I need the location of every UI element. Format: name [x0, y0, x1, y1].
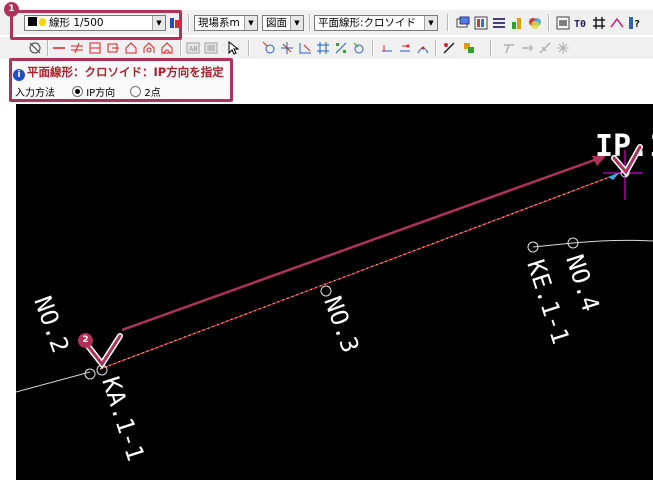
text-box-icon[interactable]: AB [186, 41, 200, 55]
label-ka: KA.1-1 [96, 373, 149, 464]
explode-icon[interactable] [556, 41, 570, 55]
highlight-command-panel [9, 58, 233, 102]
distance-point-icon[interactable] [398, 41, 412, 55]
chevron-down-icon[interactable]: ▼ [290, 16, 303, 30]
command-combo-value: 平面線形:クロソイド [318, 17, 417, 29]
circle-point-icon[interactable] [352, 41, 366, 55]
svg-text:AB: AB [189, 45, 197, 53]
area-icon[interactable] [462, 41, 476, 55]
property-icon[interactable] [556, 16, 570, 30]
grid-icon[interactable] [592, 16, 606, 30]
parallel-line-icon[interactable] [70, 41, 84, 55]
coordinate-combo[interactable]: 現場系m ▼ [194, 15, 258, 31]
window-icon[interactable] [456, 16, 470, 30]
drawing-canvas[interactable]: IP.1 NO.2 NO.3 NO.4 KE.1-1 KA.1-1 [16, 104, 653, 480]
svg-text:?: ? [634, 19, 640, 30]
grid-color-icon[interactable] [474, 16, 488, 30]
label-ip1: IP.1 [595, 129, 653, 164]
callout-arrow-line [121, 156, 601, 332]
house-arc-icon[interactable] [142, 41, 156, 55]
toolbar-row-2: AB [0, 37, 653, 59]
offset-icon[interactable] [106, 41, 120, 55]
trim-icon[interactable] [502, 41, 516, 55]
alignment-east [532, 239, 653, 248]
drawing-svg[interactable]: IP.1 NO.2 NO.3 NO.4 KE.1-1 KA.1-1 [16, 104, 653, 480]
station-no2 [84, 368, 96, 380]
svg-text:T0: T0 [574, 19, 586, 30]
command-combo[interactable]: 平面線形:クロソイド ▼ [314, 15, 438, 31]
text-zero-icon[interactable]: T0 [574, 16, 588, 30]
measure-icon[interactable] [442, 41, 456, 55]
grid-point-icon[interactable] [316, 41, 330, 55]
help-icon[interactable]: ? [628, 16, 642, 30]
layer-manager-icon[interactable] [510, 16, 524, 30]
house-curve-icon[interactable] [160, 41, 174, 55]
highlight-layer-combo [10, 10, 182, 40]
alignment-west [16, 371, 91, 393]
point-tool-icon[interactable] [262, 41, 276, 55]
break-icon[interactable] [538, 41, 552, 55]
box-line-icon[interactable] [88, 41, 102, 55]
curve-icon[interactable] [610, 16, 624, 30]
view-combo-value: 図面 [266, 17, 287, 29]
list-icon[interactable] [492, 16, 506, 30]
color-palette-icon[interactable] [528, 16, 542, 30]
snap-icon[interactable] [28, 41, 42, 55]
coordinate-combo-value: 現場系m [198, 17, 240, 29]
pointer-icon[interactable] [226, 40, 240, 55]
extend-icon[interactable] [520, 41, 534, 55]
callout-badge-2: 2 [78, 333, 93, 348]
line-tool-icon[interactable] [52, 41, 66, 55]
perpendicular-icon[interactable] [298, 41, 312, 55]
station-no3 [320, 285, 332, 297]
chevron-down-icon[interactable]: ▼ [244, 16, 257, 30]
view-combo[interactable]: 図面 ▼ [262, 15, 304, 31]
label-no2: NO.2 [28, 292, 74, 356]
cross-point-icon[interactable] [280, 41, 294, 55]
callout-badge-1: 1 [4, 2, 19, 17]
tangent-point-icon[interactable] [334, 41, 348, 55]
arc-point-icon[interactable] [416, 41, 430, 55]
image-icon[interactable] [204, 41, 218, 55]
offset-point-icon[interactable] [380, 41, 394, 55]
chevron-down-icon[interactable]: ▼ [424, 16, 437, 30]
label-no3: NO.3 [318, 292, 364, 356]
label-no4: NO.4 [560, 251, 604, 315]
house-icon[interactable] [124, 41, 138, 55]
